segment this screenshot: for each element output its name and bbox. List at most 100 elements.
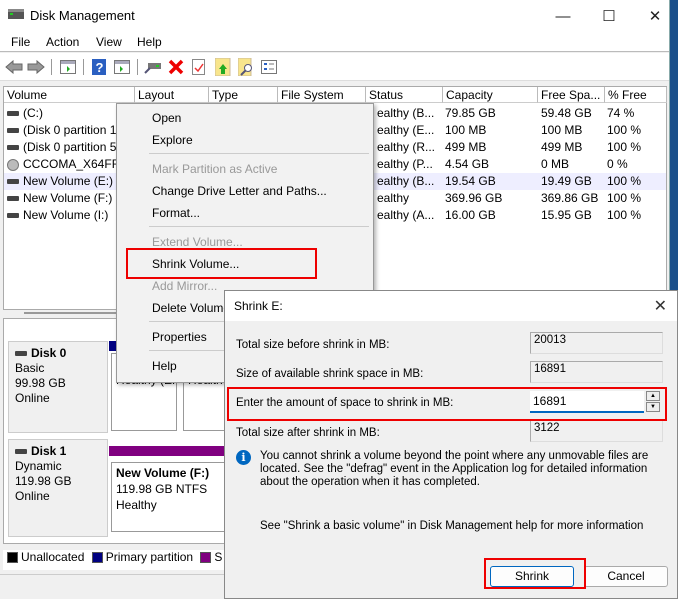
help-button[interactable]: ? xyxy=(90,58,108,76)
svg-text:?: ? xyxy=(96,60,104,75)
volume-capacity: 16.00 GB xyxy=(445,208,496,222)
partition-block[interactable]: New Volume (F:) 119.98 GB NTFS Healthy xyxy=(111,462,229,532)
column-header-percent-free[interactable]: % Free xyxy=(605,87,667,103)
drive-icon xyxy=(7,179,19,185)
menu-view[interactable]: View xyxy=(96,35,122,49)
menu-item-format[interactable]: Format... xyxy=(152,206,200,220)
highlight-shrink-button xyxy=(484,558,586,589)
show-hide-action-pane-button[interactable] xyxy=(113,58,131,76)
volume-free-space: 369.86 GB xyxy=(541,191,599,205)
legend-swatch xyxy=(7,552,18,564)
cancel-button[interactable]: Cancel xyxy=(584,566,668,587)
column-header-file-system[interactable]: File System xyxy=(278,87,366,103)
legend-item-unallocated: Unallocated xyxy=(3,550,84,564)
dialog-title: Shrink E: xyxy=(234,299,283,313)
volume-status: ealthy (A... xyxy=(377,208,435,222)
drive-icon xyxy=(7,196,19,202)
disk-size: 99.98 GB xyxy=(15,376,66,390)
legend-swatch xyxy=(200,552,212,564)
disk-size: 119.98 GB xyxy=(15,474,72,488)
volume-capacity: 19.54 GB xyxy=(445,174,496,188)
volume-name: New Volume (E:) xyxy=(23,174,114,188)
menu-item-properties[interactable]: Properties xyxy=(152,330,207,344)
volume-name: (Disk 0 partition 1 xyxy=(23,123,117,137)
legend-item-primary: Primary partition xyxy=(88,550,193,564)
legend-item-simple: S xyxy=(196,550,222,564)
delete-button[interactable] xyxy=(167,58,185,76)
disk-icon xyxy=(15,449,27,455)
total-before-label: Total size before shrink in MB: xyxy=(236,339,390,351)
disk-1-label[interactable]: Disk 1 Dynamic 119.98 GB Online xyxy=(8,439,108,537)
forward-icon xyxy=(27,60,45,74)
disk-state: Online xyxy=(15,489,50,503)
column-header-capacity[interactable]: Capacity xyxy=(443,87,538,103)
back-icon xyxy=(5,60,23,74)
menu-item-help[interactable]: Help xyxy=(152,359,177,373)
minimize-icon: — xyxy=(555,7,571,25)
menu-item-explore[interactable]: Explore xyxy=(152,133,193,147)
volume-status: ealthy xyxy=(377,191,410,205)
menu-item-extend-volume: Extend Volume... xyxy=(152,235,243,249)
menu-item-change-drive-letter[interactable]: Change Drive Letter and Paths... xyxy=(152,184,327,198)
legend-label: Primary partition xyxy=(105,550,194,564)
minimize-button[interactable]: — xyxy=(540,0,586,32)
column-header-volume[interactable]: Volume xyxy=(4,87,135,103)
volume-status: ealthy (E... xyxy=(377,123,435,137)
partition-header-bar xyxy=(109,446,229,456)
title-bar: Disk Management — ☐ ✕ xyxy=(0,0,669,32)
total-after-value: 3122 xyxy=(530,420,663,442)
volume-status: ealthy (B... xyxy=(377,106,435,120)
info-icon: i xyxy=(236,450,251,465)
properties-icon xyxy=(192,59,205,75)
console-tree-icon xyxy=(60,60,76,74)
find-button[interactable] xyxy=(237,58,255,76)
column-header-status[interactable]: Status xyxy=(366,87,443,103)
menu-item-open[interactable]: Open xyxy=(152,111,181,125)
menu-action[interactable]: Action xyxy=(46,35,79,49)
export-list-button[interactable] xyxy=(214,58,232,76)
toolbar-separator xyxy=(83,59,84,75)
disk-management-app-icon xyxy=(8,9,24,19)
info-message: You cannot shrink a volume beyond the po… xyxy=(260,450,649,488)
show-hide-console-tree-button[interactable] xyxy=(59,58,77,76)
settings-list-icon xyxy=(261,60,277,74)
volume-percent-free: 100 % xyxy=(607,123,642,137)
volume-status: ealthy (B... xyxy=(377,174,435,188)
delete-icon xyxy=(168,59,184,75)
volume-percent-free: 100 % xyxy=(607,140,642,154)
column-header-type[interactable]: Type xyxy=(209,87,278,103)
volume-free-space: 59.48 GB xyxy=(541,106,592,120)
volume-free-space: 499 MB xyxy=(541,140,583,154)
connect-drive-button[interactable] xyxy=(144,58,162,76)
forward-button[interactable] xyxy=(27,58,45,76)
volume-capacity: 79.85 GB xyxy=(445,106,496,120)
volume-name: New Volume (F:) xyxy=(23,191,113,205)
maximize-button[interactable]: ☐ xyxy=(586,0,632,32)
dialog-title-bar: Shrink E: ✕ xyxy=(225,291,677,321)
total-before-value: 20013 xyxy=(530,332,663,354)
volume-free-space: 19.49 GB xyxy=(541,174,592,188)
column-header-layout[interactable]: Layout xyxy=(135,87,209,103)
volume-name: (Disk 0 partition 5 xyxy=(23,140,117,154)
partition-name: New Volume (F:) xyxy=(116,466,210,480)
legend-swatch xyxy=(91,552,103,564)
menu-help[interactable]: Help xyxy=(137,35,162,49)
legend-label: S xyxy=(214,550,223,564)
menu-separator xyxy=(149,226,369,227)
properties-button[interactable] xyxy=(190,58,208,76)
settings-list-button[interactable] xyxy=(260,58,278,76)
column-header-free-space[interactable]: Free Spa... xyxy=(538,87,605,103)
back-button[interactable] xyxy=(5,58,23,76)
volume-free-space: 100 MB xyxy=(541,123,583,137)
highlight-shrink-volume xyxy=(126,248,317,279)
menu-file[interactable]: File xyxy=(11,35,30,49)
menu-separator xyxy=(149,153,369,154)
close-button[interactable]: ✕ xyxy=(632,0,669,32)
cd-drive-icon xyxy=(7,158,19,171)
disk-0-label[interactable]: Disk 0 Basic 99.98 GB Online xyxy=(8,341,108,433)
help-message: See "Shrink a basic volume" in Disk Mana… xyxy=(260,520,644,532)
legend-label: Unallocated xyxy=(21,550,85,564)
help-icon: ? xyxy=(92,59,106,75)
dialog-close-icon[interactable]: ✕ xyxy=(654,296,667,316)
disk-name: Disk 0 xyxy=(31,346,67,360)
